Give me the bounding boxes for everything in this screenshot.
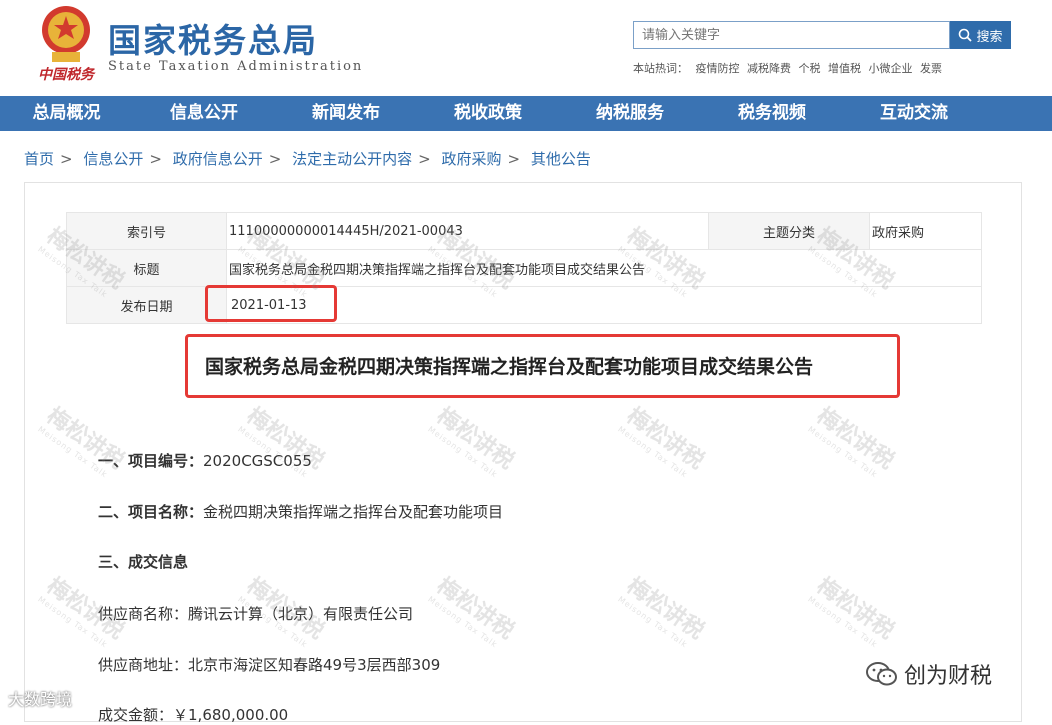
- meta-index-label: 索引号: [66, 212, 227, 250]
- source-logo: 大数跨境: [8, 690, 73, 709]
- search-input[interactable]: [633, 21, 950, 49]
- breadcrumb-other[interactable]: 其他公告: [531, 150, 591, 168]
- hotword-link[interactable]: 增值税: [828, 62, 861, 75]
- breadcrumb-procurement[interactable]: 政府采购: [442, 150, 502, 168]
- nav-item-news[interactable]: 新闻发布: [275, 96, 417, 131]
- project-name: 二、项目名称：金税四期决策指挥端之指挥台及配套功能项目: [98, 501, 503, 522]
- project-number: 一、项目编号：2020CGSC055: [98, 450, 312, 471]
- deal-amount: 成交金额：￥1,680,000.00: [98, 704, 288, 725]
- hotwords-label: 本站热词：: [633, 62, 688, 75]
- breadcrumb: 首页 > 信息公开 > 政府信息公开 > 法定主动公开内容 > 政府采购 > 其他公告: [24, 150, 591, 168]
- wechat-icon: [866, 662, 897, 686]
- meta-table: 索引号 11100000000014445H/2021-00043 主题分类 政…: [66, 212, 982, 324]
- nav-item-info-disclosure[interactable]: 信息公开: [133, 96, 275, 131]
- hotword-link[interactable]: 疫情防控: [696, 62, 740, 75]
- hotword-link[interactable]: 小微企业: [869, 62, 913, 75]
- supplier-address-value: 北京市海淀区知春路49号3层西部309: [188, 656, 441, 674]
- search-button[interactable]: 搜索: [950, 21, 1011, 49]
- search-icon: [959, 28, 973, 42]
- hotwords: 本站热词： 疫情防控 减税降费 个税 增值税 小微企业 发票: [633, 60, 946, 76]
- breadcrumb-gov-info[interactable]: 政府信息公开: [173, 150, 263, 168]
- meta-topic-value: 政府采购: [869, 212, 982, 250]
- hotword-link[interactable]: 减税降费: [747, 62, 791, 75]
- deal-info-heading: 三、成交信息: [98, 553, 189, 571]
- breadcrumb-home[interactable]: 首页: [24, 150, 54, 168]
- supplier-name-value: 腾讯云计算（北京）有限责任公司: [188, 605, 414, 623]
- meta-date-label: 发布日期: [66, 286, 227, 324]
- site-title-en: State Taxation Administration: [108, 59, 364, 74]
- deal-amount-label: 成交金额：: [98, 706, 174, 724]
- search-button-label: 搜索: [976, 29, 1003, 45]
- breadcrumb-info[interactable]: 信息公开: [83, 150, 143, 168]
- supplier-name-label: 供应商名称：: [98, 605, 189, 623]
- document-title: 国家税务总局金税四期决策指挥端之指挥台及配套功能项目成交结果公告: [205, 356, 814, 378]
- meta-topic-label: 主题分类: [708, 212, 871, 250]
- project-number-value: 2020CGSC055: [203, 452, 312, 470]
- meta-title-label: 标题: [66, 249, 227, 287]
- national-emblem-icon: [42, 6, 90, 62]
- nav-item-tax-service[interactable]: 纳税服务: [559, 96, 701, 131]
- project-name-value: 金税四期决策指挥端之指挥台及配套功能项目: [203, 503, 504, 521]
- project-number-label: 一、项目编号：: [98, 452, 204, 470]
- date-highlight-box: [205, 285, 337, 322]
- wechat-account-badge: 创为财税: [866, 658, 992, 690]
- supplier-name: 供应商名称：腾讯云计算（北京）有限责任公司: [98, 603, 413, 624]
- hotword-link[interactable]: 发票: [920, 62, 942, 75]
- meta-date-value: 2021-01-13: [226, 286, 982, 324]
- main-nav: 总局概况 信息公开 新闻发布 税收政策 纳税服务 税务视频 互动交流: [0, 96, 1052, 131]
- nav-item-overview[interactable]: 总局概况: [0, 96, 133, 131]
- wechat-account-name: 创为财税: [904, 664, 993, 689]
- deal-amount-value: ￥1,680,000.00: [173, 706, 289, 724]
- breadcrumb-statutory[interactable]: 法定主动公开内容: [292, 150, 412, 168]
- site-header: 中国税务 国家税务总局 State Taxation Administratio…: [0, 0, 1052, 96]
- nav-item-video[interactable]: 税务视频: [701, 96, 843, 131]
- nav-item-interaction[interactable]: 互动交流: [843, 96, 985, 131]
- hotword-link[interactable]: 个税: [799, 62, 821, 75]
- supplier-address-label: 供应商地址：: [98, 656, 189, 674]
- emblem-caption: 中国税务: [38, 67, 94, 83]
- project-name-label: 二、项目名称：: [98, 503, 204, 521]
- meta-index-value: 11100000000014445H/2021-00043: [225, 212, 710, 250]
- site-title[interactable]: 国家税务总局: [108, 14, 318, 62]
- nav-item-tax-policy[interactable]: 税收政策: [417, 96, 559, 131]
- supplier-address: 供应商地址：北京市海淀区知春路49号3层西部309: [98, 654, 440, 675]
- meta-title-value: 国家税务总局金税四期决策指挥端之指挥台及配套功能项目成交结果公告: [226, 249, 982, 287]
